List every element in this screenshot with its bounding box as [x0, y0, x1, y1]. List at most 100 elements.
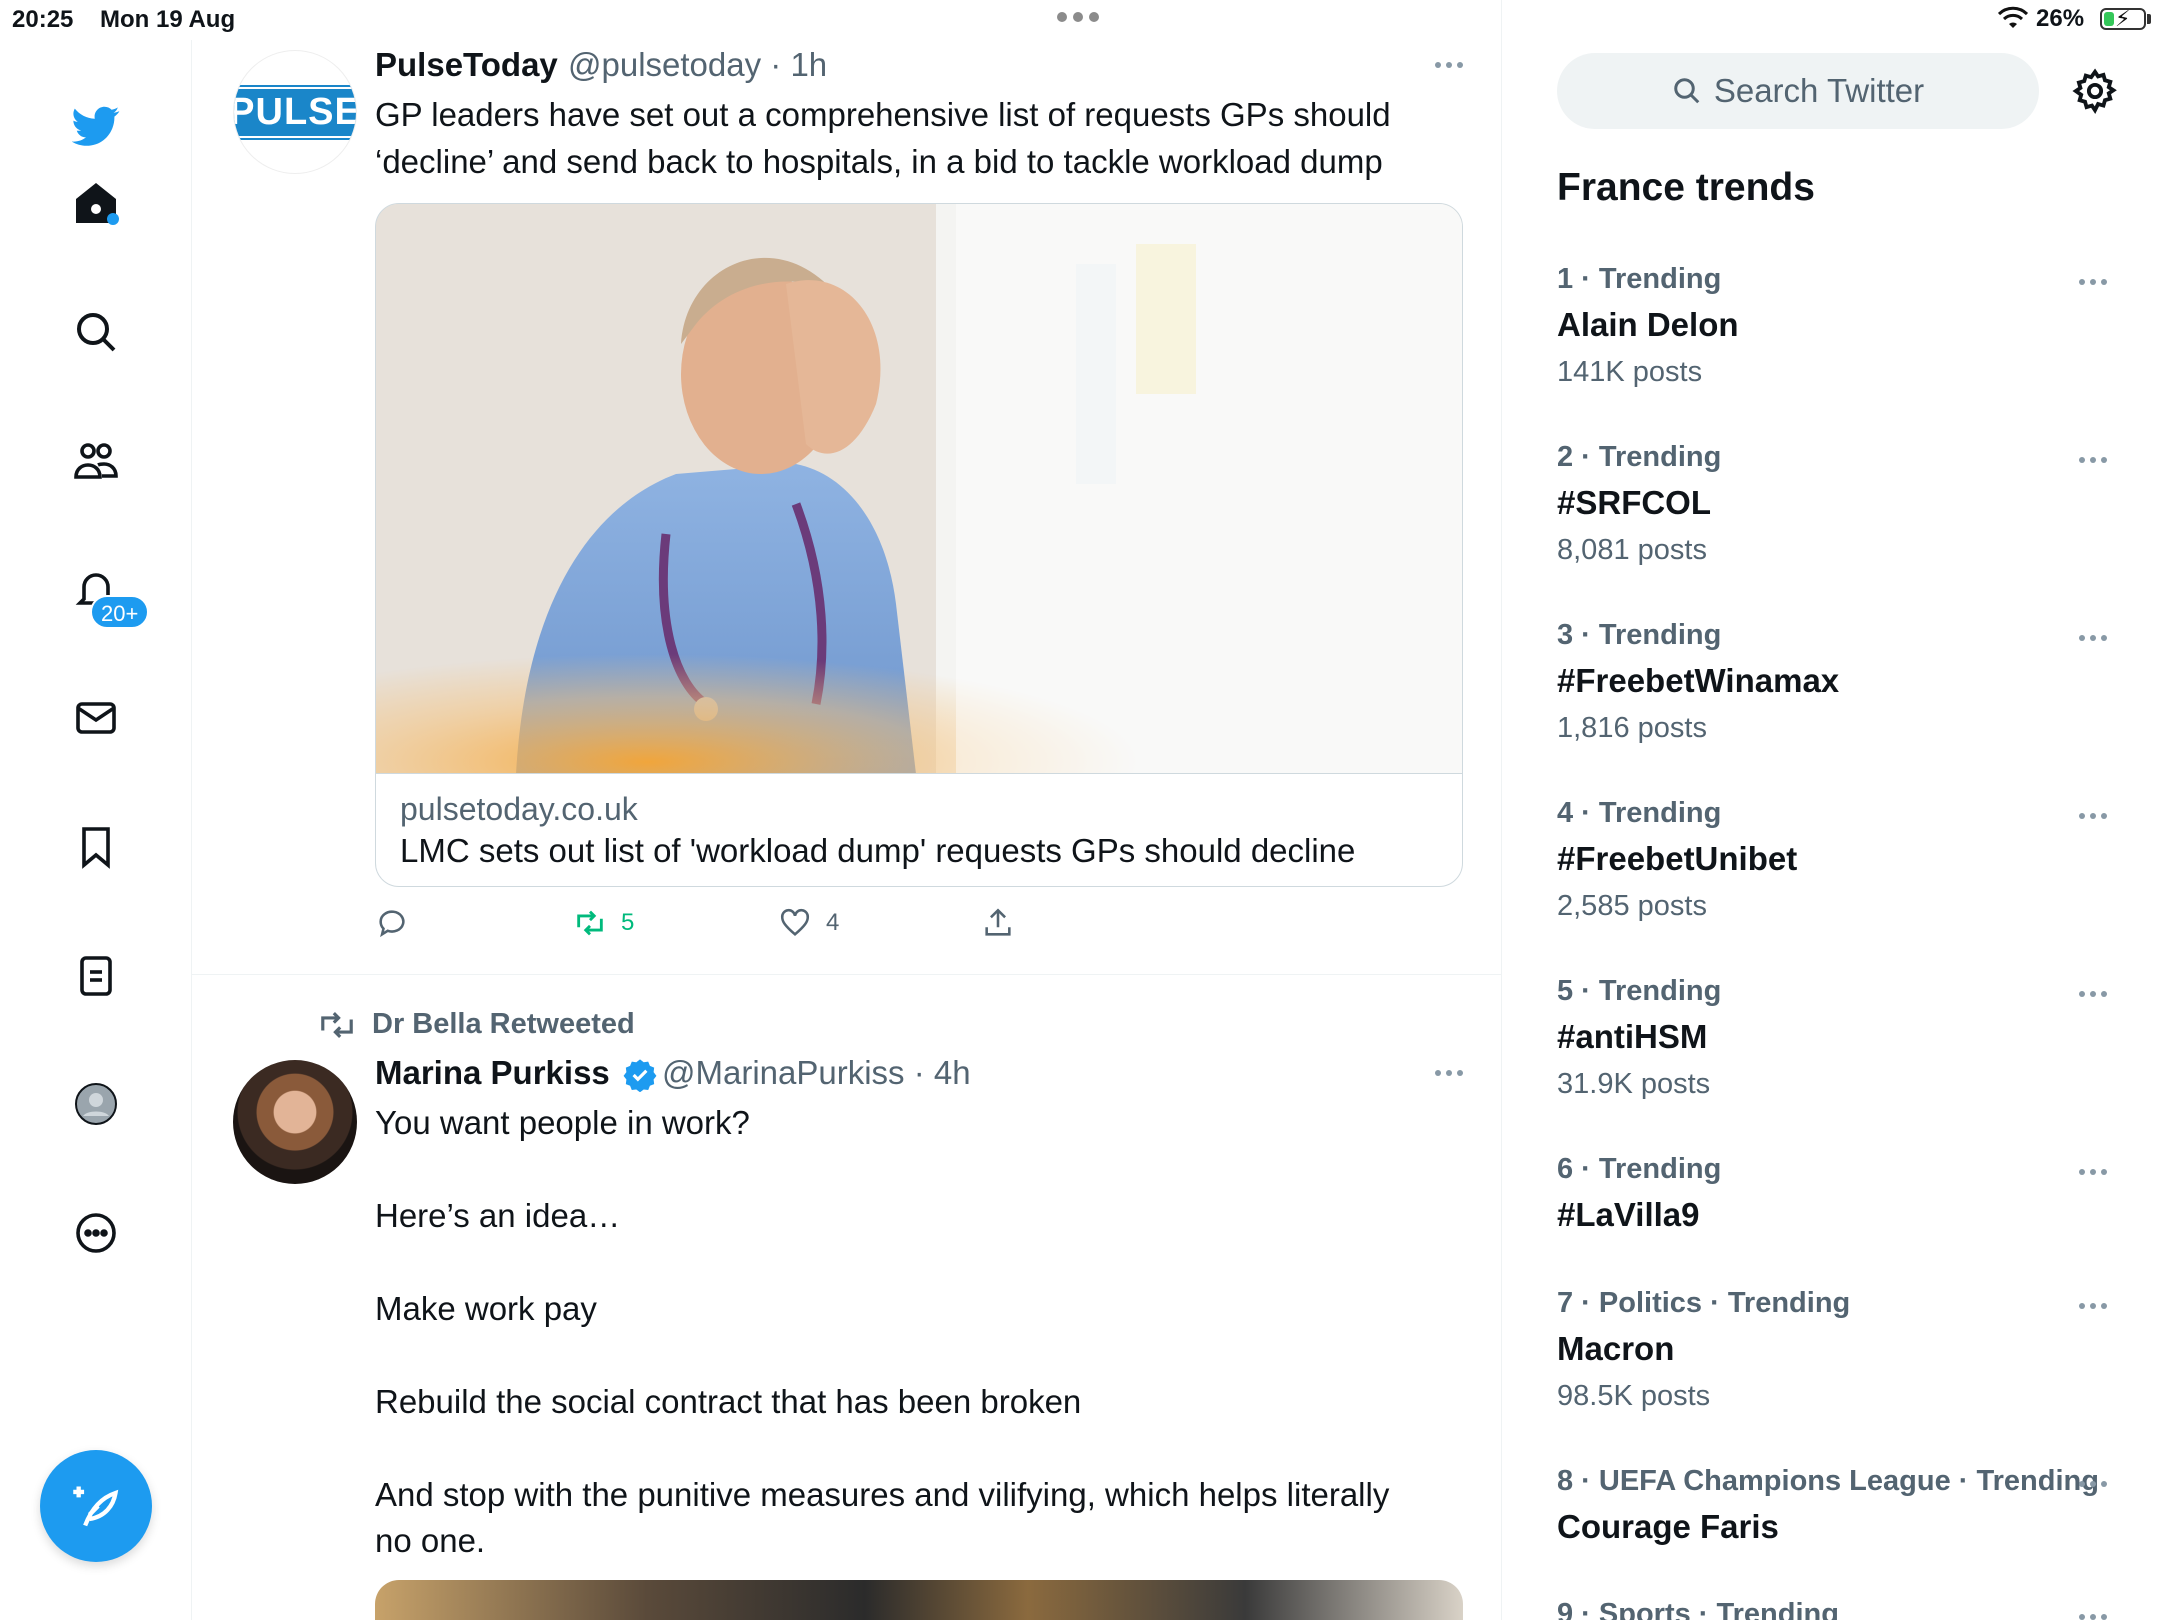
- share-icon: [985, 908, 1011, 936]
- trend-item[interactable]: 3 · Trending #FreebetWinamax 1,816 posts: [1557, 619, 2117, 745]
- trend-meta: 8 · UEFA Champions League · Trending: [1557, 1465, 2099, 1497]
- search-icon[interactable]: [60, 296, 132, 368]
- lists-icon[interactable]: [60, 940, 132, 1012]
- trend-meta: 1 · Trending: [1557, 263, 1722, 295]
- bookmarks-icon[interactable]: [60, 811, 132, 883]
- trend-more-icon[interactable]: [2079, 1303, 2107, 1309]
- trend-post-count: 141K posts: [1557, 356, 1703, 388]
- tweet-author-handle[interactable]: @MarinaPurkiss · 4h: [662, 1054, 971, 1092]
- trend-meta: 9 · Sports · Trending: [1557, 1598, 1839, 1620]
- trend-more-icon[interactable]: [2079, 279, 2107, 285]
- search-placeholder: Search Twitter: [1713, 72, 1925, 109]
- trend-post-count: 98.5K posts: [1557, 1380, 1711, 1412]
- battery-percent: 26%: [2036, 5, 2085, 32]
- retweet-icon: [321, 1011, 353, 1038]
- charging-bolt-icon: ⚡: [2115, 6, 2131, 31]
- trend-meta: 5 · Trending: [1557, 975, 1722, 1007]
- trend-meta: 3 · Trending: [1557, 619, 1722, 651]
- compose-tweet-button[interactable]: [40, 1450, 152, 1562]
- retweet-icon: [577, 910, 603, 936]
- trend-item[interactable]: 1 · Trending Alain Delon 141K posts: [1557, 263, 2117, 389]
- trend-more-icon[interactable]: [2079, 991, 2107, 997]
- tweet-text-line: Here’s an idea…: [375, 1197, 621, 1234]
- trend-post-count: 2,585 posts: [1557, 890, 1707, 922]
- trend-item[interactable]: 8 · UEFA Champions League · Trending Cou…: [1557, 1465, 2117, 1546]
- search-input[interactable]: Search Twitter: [1557, 53, 2039, 129]
- trend-meta: 7 · Politics · Trending: [1557, 1287, 1851, 1319]
- card-title: LMC sets out list of 'workload dump' req…: [400, 832, 1356, 869]
- trend-meta: 2 · Trending: [1557, 441, 1722, 473]
- retweeted-by-banner[interactable]: Dr Bella Retweeted: [318, 1008, 635, 1041]
- reply-icon: [379, 910, 405, 938]
- trend-item[interactable]: 5 · Trending #antiHSM 31.9K posts: [1557, 975, 2117, 1101]
- trend-item[interactable]: 9 · Sports · Trending: [1557, 1598, 2117, 1620]
- tweet-more-icon[interactable]: [1435, 1070, 1463, 1076]
- marina-purkiss-avatar[interactable]: [233, 1060, 357, 1184]
- share-button[interactable]: [981, 906, 1015, 940]
- tweet-text-line: GP leaders have set out a comprehensive …: [375, 96, 1391, 133]
- profile-avatar-icon[interactable]: [60, 1068, 132, 1140]
- trend-name: #SRFCOL: [1557, 484, 1712, 521]
- tweet-author-name[interactable]: PulseToday: [375, 46, 558, 84]
- home-new-dot: [107, 213, 119, 225]
- heart-icon: [780, 908, 810, 937]
- trend-more-icon[interactable]: [2079, 1481, 2107, 1487]
- wifi-icon: [1998, 6, 2028, 28]
- verified-badge-icon: [623, 1059, 657, 1092]
- trend-item[interactable]: 2 · Trending #SRFCOL 8,081 posts: [1557, 441, 2117, 567]
- tweet-text-line: And stop with the punitive measures and …: [375, 1476, 1390, 1513]
- trend-more-icon[interactable]: [2079, 813, 2107, 819]
- trend-item[interactable]: 7 · Politics · Trending Macron 98.5K pos…: [1557, 1287, 2117, 1413]
- like-button[interactable]: 4: [778, 906, 839, 940]
- card-image: [376, 204, 1462, 774]
- trend-post-count: 31.9K posts: [1557, 1068, 1711, 1100]
- more-icon[interactable]: [60, 1197, 132, 1269]
- retweet-count: 5: [621, 909, 635, 936]
- trend-name: Macron: [1557, 1330, 1675, 1367]
- tweet-media-image[interactable]: [375, 1580, 1463, 1620]
- trends-title: France trends: [1557, 166, 1815, 209]
- tweet-author-name[interactable]: Marina Purkiss: [375, 1054, 610, 1092]
- tweet-text-line: no one.: [375, 1522, 486, 1559]
- battery-tip: [2147, 14, 2151, 24]
- trend-name: Alain Delon: [1557, 306, 1739, 343]
- trend-post-count: 1,816 posts: [1557, 712, 1707, 744]
- status-time: 20:25: [12, 6, 74, 33]
- pulsetoday-avatar[interactable]: PULSE: [233, 50, 357, 174]
- trend-name: #antiHSM: [1557, 1018, 1708, 1055]
- tweet-text-line: Make work pay: [375, 1290, 597, 1327]
- trend-more-icon[interactable]: [2079, 635, 2107, 641]
- trend-item[interactable]: 6 · Trending #LaVilla9: [1557, 1153, 2117, 1234]
- home-icon[interactable]: [60, 167, 132, 239]
- search-icon: [1674, 78, 1700, 104]
- left-navigation: 20+: [0, 40, 192, 1620]
- tweet-author-handle[interactable]: @pulsetoday · 1h: [568, 46, 827, 84]
- tweet-text-line: ‘decline’ and send back to hospitals, in…: [375, 143, 1383, 180]
- trend-meta: 6 · Trending: [1557, 1153, 1722, 1185]
- trend-more-icon[interactable]: [2079, 1614, 2107, 1620]
- card-domain: pulsetoday.co.uk: [400, 791, 638, 827]
- messages-icon[interactable]: [60, 682, 132, 754]
- trend-name: #FreebetWinamax: [1557, 662, 1840, 699]
- pulse-logo: PULSE: [234, 84, 356, 140]
- tweet-text-line: You want people in work?: [375, 1104, 750, 1141]
- trend-post-count: 8,081 posts: [1557, 534, 1707, 566]
- tweet-text-line: Rebuild the social contract that has bee…: [375, 1383, 1082, 1420]
- trend-name: Courage Faris: [1557, 1508, 1779, 1545]
- tweet-more-icon[interactable]: [1435, 62, 1463, 68]
- retweeted-by-text: Dr Bella Retweeted: [372, 1008, 635, 1040]
- reply-button[interactable]: [375, 906, 409, 940]
- trend-name: #LaVilla9: [1557, 1196, 1700, 1233]
- retweet-button[interactable]: 5: [573, 906, 634, 940]
- tweet-divider: [192, 974, 1502, 975]
- trend-name: #FreebetUnibet: [1557, 840, 1798, 877]
- trend-more-icon[interactable]: [2079, 457, 2107, 463]
- twitter-logo-icon[interactable]: [60, 90, 132, 162]
- trend-item[interactable]: 4 · Trending #FreebetUnibet 2,585 posts: [1557, 797, 2117, 923]
- link-card[interactable]: pulsetoday.co.uk LMC sets out list of 'w…: [375, 203, 1463, 887]
- trend-more-icon[interactable]: [2079, 1169, 2107, 1175]
- gear-icon[interactable]: [2072, 68, 2118, 114]
- like-count: 4: [826, 909, 840, 936]
- communities-icon[interactable]: [60, 425, 132, 497]
- trend-meta: 4 · Trending: [1557, 797, 1722, 829]
